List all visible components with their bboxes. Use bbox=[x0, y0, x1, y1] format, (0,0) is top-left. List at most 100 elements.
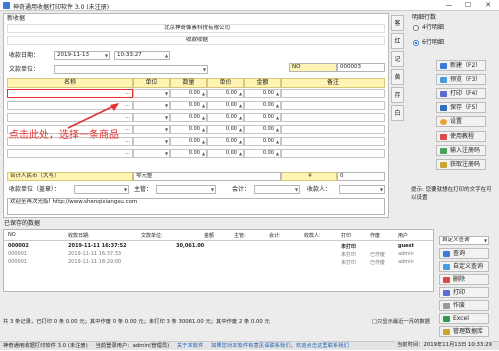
spinner-icon[interactable]: ▲ bbox=[201, 126, 206, 133]
delete-button[interactable]: 删除 bbox=[439, 274, 489, 285]
maximize-button[interactable]: ☐ bbox=[459, 0, 477, 11]
spinner-icon[interactable]: ▲ bbox=[275, 114, 280, 121]
manage-db-button[interactable]: 管理数据库 bbox=[439, 326, 489, 337]
about-link[interactable]: 关于本软件 bbox=[177, 343, 204, 349]
spinner-icon[interactable]: ▲ bbox=[275, 126, 280, 133]
print-button[interactable]: 打印（F4） bbox=[436, 88, 486, 99]
spinner-icon[interactable]: ▲ bbox=[238, 102, 243, 109]
unit-cell[interactable]: ▼ bbox=[133, 113, 170, 122]
list-print-button[interactable]: 打印 bbox=[439, 287, 489, 298]
export-excel-button[interactable]: Excel bbox=[439, 313, 489, 324]
unit-cell[interactable]: ▼ bbox=[133, 149, 170, 158]
spinner-icon[interactable]: ▲ bbox=[201, 150, 206, 157]
manager-dropdown-icon[interactable]: ▼ bbox=[210, 186, 215, 193]
item-name-cell[interactable]: ... bbox=[7, 149, 133, 158]
save-button[interactable]: 保存（F5） bbox=[436, 102, 486, 113]
option-4-radio[interactable] bbox=[413, 25, 419, 31]
minimize-button[interactable]: — bbox=[440, 0, 458, 11]
unit-field[interactable]: ▼ bbox=[54, 65, 208, 74]
spinner-icon[interactable]: ▲ bbox=[238, 138, 243, 145]
price-cell[interactable]: 0.00 ▲ bbox=[207, 149, 244, 158]
custom-query-button[interactable]: 自定义查询 bbox=[439, 261, 489, 272]
calendar-dropdown-icon[interactable]: ▼ bbox=[104, 52, 109, 59]
payee-dropdown-icon[interactable]: ▼ bbox=[379, 186, 384, 193]
date-field[interactable]: 2019-11-13 ▼ bbox=[54, 51, 110, 60]
unit-dropdown-icon[interactable]: ▼ bbox=[164, 150, 169, 157]
tab-customer[interactable]: 客户 bbox=[391, 15, 404, 43]
item-name-cell[interactable]: ... bbox=[7, 89, 133, 98]
tab-account[interactable]: 记帐 bbox=[391, 51, 404, 79]
unit-cell[interactable]: ▼ bbox=[133, 137, 170, 146]
seal-field[interactable]: ▼ bbox=[74, 185, 129, 194]
spinner-icon[interactable]: ▲ bbox=[201, 114, 206, 121]
manager-field[interactable]: ▼ bbox=[156, 185, 216, 194]
company-field[interactable]: 北京神奇像素科技有限公司 bbox=[7, 24, 385, 33]
new-button[interactable]: 新建（F2） bbox=[436, 60, 486, 71]
payee-field[interactable]: ▼ bbox=[339, 185, 385, 194]
spinner-icon[interactable]: ▲ bbox=[201, 90, 206, 97]
price-cell[interactable]: 0.00 ▲ bbox=[207, 125, 244, 134]
unit-dropdown-icon[interactable]: ▼ bbox=[202, 66, 207, 73]
remark-cell[interactable] bbox=[281, 137, 385, 146]
contact-link[interactable]: 如果您对本软件有意见请联系我们，欢迎点击这里联系我们 bbox=[211, 343, 349, 349]
unit-dropdown-icon[interactable]: ▼ bbox=[164, 90, 169, 97]
spinner-icon[interactable]: ▲ bbox=[238, 150, 243, 157]
tab-red[interactable]: 红 bbox=[391, 33, 404, 49]
amount-cell[interactable]: 0.00 ▲ bbox=[244, 149, 281, 158]
price-cell[interactable]: 0.00 ▲ bbox=[207, 101, 244, 110]
receipt-title-field[interactable]: 收款收据 bbox=[7, 36, 385, 45]
spinner-icon[interactable]: ▲ bbox=[238, 90, 243, 97]
tab-stub[interactable]: 存根 bbox=[391, 87, 404, 115]
option-6-radio[interactable] bbox=[413, 40, 419, 46]
remark-cell[interactable] bbox=[281, 149, 385, 158]
amount-cell[interactable]: 0.00 ▲ bbox=[244, 113, 281, 122]
seal-dropdown-icon[interactable]: ▼ bbox=[123, 186, 128, 193]
spinner-icon[interactable]: ▲ bbox=[238, 114, 243, 121]
qty-cell[interactable]: 0.00 ▲ bbox=[170, 101, 207, 110]
unit-cell[interactable]: ▼ bbox=[133, 101, 170, 110]
query-button[interactable]: 查询 bbox=[439, 248, 489, 259]
remark-cell[interactable] bbox=[281, 113, 385, 122]
qty-cell[interactable]: 0.00 ▲ bbox=[170, 137, 207, 146]
unit-cell[interactable]: ▼ bbox=[133, 125, 170, 134]
accountant-field[interactable]: ▼ bbox=[254, 185, 300, 194]
settings-button[interactable]: 设置 bbox=[436, 116, 486, 127]
time-field[interactable]: 10:33:27 ▲ bbox=[114, 51, 170, 60]
unit-dropdown-icon[interactable]: ▼ bbox=[164, 114, 169, 121]
remark-cell[interactable] bbox=[281, 101, 385, 110]
qty-cell[interactable]: 0.00 ▲ bbox=[170, 149, 207, 158]
spinner-icon[interactable]: ▲ bbox=[275, 138, 280, 145]
price-cell[interactable]: 0.00 ▲ bbox=[207, 89, 244, 98]
accountant-dropdown-icon[interactable]: ▼ bbox=[294, 186, 299, 193]
amount-cell[interactable]: 0.00 ▲ bbox=[244, 89, 281, 98]
amount-cell[interactable]: 0.00 ▲ bbox=[244, 101, 281, 110]
void-button[interactable]: 作废 bbox=[439, 300, 489, 311]
preview-button[interactable]: 预览（F3） bbox=[436, 74, 486, 85]
price-cell[interactable]: 0.00 ▲ bbox=[207, 137, 244, 146]
spinner-icon[interactable]: ▲ bbox=[201, 138, 206, 145]
remark-cell[interactable] bbox=[281, 89, 385, 98]
query-dropdown-icon[interactable]: ▼ bbox=[483, 237, 488, 244]
tab-white[interactable]: 白 bbox=[391, 105, 404, 121]
tutorial-button[interactable]: 使用教程 bbox=[436, 131, 486, 142]
tab-yellow[interactable]: 黄 bbox=[391, 69, 404, 85]
close-button[interactable]: ✕ bbox=[479, 0, 497, 11]
remark-cell[interactable] bbox=[281, 125, 385, 134]
amount-cell[interactable]: 0.00 ▲ bbox=[244, 137, 281, 146]
spinner-icon[interactable]: ▲ bbox=[275, 102, 280, 109]
spinner-icon[interactable]: ▲ bbox=[275, 90, 280, 97]
footer-text-field[interactable]: 欢迎至再次光临! http://www.shenqixiangsu.com bbox=[7, 198, 385, 215]
qty-cell[interactable]: 0.00 ▲ bbox=[170, 113, 207, 122]
unit-dropdown-icon[interactable]: ▼ bbox=[164, 126, 169, 133]
recent-month-checkbox[interactable]: □只显示最近一月的数据 bbox=[372, 318, 430, 327]
query-select[interactable]: 自定义查询 ▼ bbox=[439, 236, 489, 245]
unit-dropdown-icon[interactable]: ▼ bbox=[164, 102, 169, 109]
unit-dropdown-icon[interactable]: ▼ bbox=[164, 138, 169, 145]
spinner-icon[interactable]: ▲ bbox=[201, 102, 206, 109]
time-spinner-icon[interactable]: ▲ bbox=[164, 52, 169, 59]
unit-cell[interactable]: ▼ bbox=[133, 89, 170, 98]
get-code-button[interactable]: 获取注册码 bbox=[436, 159, 486, 170]
amount-cell[interactable]: 0.00 ▲ bbox=[244, 125, 281, 134]
price-cell[interactable]: 0.00 ▲ bbox=[207, 113, 244, 122]
spinner-icon[interactable]: ▲ bbox=[238, 126, 243, 133]
